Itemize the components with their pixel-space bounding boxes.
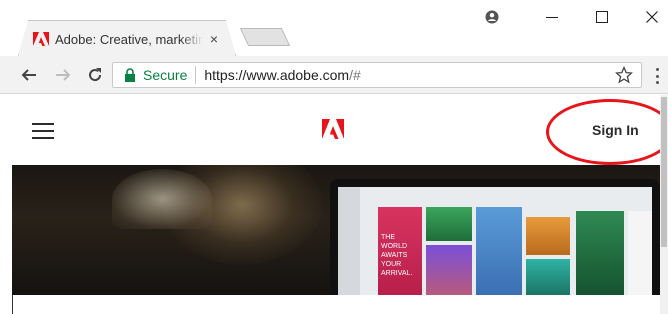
monitor-image: THE WORLD AWAITS YOUR ARRIVAL. <box>330 179 660 295</box>
secure-label: Secure <box>143 67 188 83</box>
screen-card <box>476 207 522 295</box>
minimize-icon[interactable] <box>538 6 566 28</box>
reload-icon[interactable] <box>84 64 106 86</box>
browser-tab[interactable]: Adobe: Creative, marketing × <box>18 20 236 56</box>
adobe-favicon-icon <box>33 31 49 47</box>
star-icon[interactable] <box>615 66 633 84</box>
close-icon[interactable]: × <box>207 31 221 47</box>
hero-lamp <box>112 169 212 229</box>
hero-image: THE WORLD AWAITS YOUR ARRIVAL. <box>12 165 660 295</box>
profile-icon[interactable] <box>478 6 506 28</box>
screen-card <box>426 245 472 295</box>
page-viewport: Sign In THE WORLD AWAITS YOUR ARRIVAL. <box>0 95 668 314</box>
screen-card <box>576 211 624 295</box>
screen-card <box>628 211 652 295</box>
screen-card <box>526 217 570 255</box>
tab-title: Adobe: Creative, marketing <box>55 31 203 47</box>
card-text: THE WORLD AWAITS YOUR ARRIVAL. <box>381 234 413 277</box>
screen-card <box>526 259 570 295</box>
lock-icon <box>125 68 135 82</box>
screen-sidebar <box>338 187 360 295</box>
scroll-thumb[interactable] <box>661 97 667 247</box>
maximize-icon[interactable] <box>588 6 616 28</box>
url-path: /# <box>349 67 361 83</box>
hamburger-icon[interactable] <box>32 123 54 139</box>
browser-titlebar: Adobe: Creative, marketing × <box>0 0 668 56</box>
url-host: https://www.adobe.com <box>204 67 350 83</box>
address-bar[interactable]: Secure https://www.adobe.com/# <box>112 62 642 88</box>
new-tab-button[interactable] <box>239 28 291 46</box>
page-below-hero <box>12 295 660 314</box>
annotation-circle <box>546 99 668 165</box>
menu-icon[interactable] <box>650 68 664 84</box>
window-close-icon[interactable] <box>638 6 666 28</box>
back-icon[interactable] <box>18 64 40 86</box>
screen-card <box>426 207 472 241</box>
adobe-logo-icon[interactable] <box>322 119 344 139</box>
scrollbar[interactable] <box>660 95 668 314</box>
monitor-screen: THE WORLD AWAITS YOUR ARRIVAL. <box>338 187 652 295</box>
browser-toolbar: Secure https://www.adobe.com/# <box>0 56 668 94</box>
screen-card: THE WORLD AWAITS YOUR ARRIVAL. <box>378 207 422 295</box>
forward-icon[interactable] <box>52 64 74 86</box>
omnibox-divider <box>195 66 197 84</box>
